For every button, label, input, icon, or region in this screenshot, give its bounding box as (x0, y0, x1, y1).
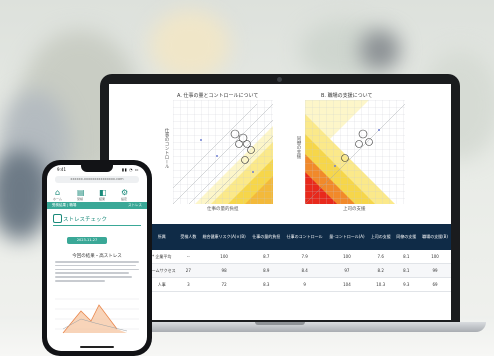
nav-label: 設定 (121, 197, 128, 201)
stress-icon (53, 214, 62, 223)
table-cell: 100 (199, 250, 250, 264)
table-cell: 8.7 (249, 250, 284, 264)
chart-b-xlabel: 上司の支援 (343, 207, 366, 212)
table-cell: 100 (419, 250, 451, 264)
nav-label: ホーム (53, 197, 62, 201)
table-cell: 8.2 (367, 263, 394, 278)
laptop-screen: A. 仕事の量とコントロールについて 仕事のコントロール 仕事の量的負担 B. … (109, 84, 451, 320)
section-title: ストレスチェック (63, 217, 108, 223)
result-description (55, 261, 139, 285)
status-time: 9:41 (57, 167, 66, 172)
breadcrumb: 受検結果 | 職場 (52, 203, 77, 207)
table-cell: 98 (199, 263, 250, 278)
table-header-row: 部署 所属 受検人数 総合健康リスク(A)×(B) 仕事の量的負担 仕事のコント… (109, 224, 451, 250)
table-cell: 7.6 (367, 250, 394, 264)
nav-label: 結果 (99, 197, 106, 201)
table-cell: 8.3 (249, 277, 284, 292)
breadcrumb-bar: 受検結果 | 職場 ストレス (47, 202, 147, 209)
table-cell: 8.1 (393, 263, 420, 278)
table-cell: 97 (325, 263, 368, 278)
table-row[interactable]: -- * 企業平均 -- 100 8.7 7.9 100 7.6 8.1 100 (109, 250, 451, 264)
url-bar[interactable]: xxxxxx.xxxxxxxxxxxxxxx.com (55, 176, 139, 183)
table-header: 受検人数 (177, 224, 199, 250)
document-icon[interactable]: ▤ (77, 188, 87, 197)
laptop: A. 仕事の量とコントロールについて 仕事のコントロール 仕事の量的負担 B. … (100, 74, 460, 324)
table-cell: 8.9 (249, 263, 284, 278)
phone-notch (81, 165, 113, 172)
table-cell: 104 (325, 277, 368, 292)
table-cell: 3 (177, 277, 199, 292)
table-cell: -- (177, 250, 199, 264)
chart-a-ylabel: 仕事のコントロール (164, 128, 169, 169)
table-header: 上司の支援 (367, 224, 394, 250)
date-button[interactable]: 2023-11-27 (67, 237, 107, 244)
gear-icon[interactable]: ⚙ (121, 188, 131, 197)
nav-label: 受検 (77, 197, 84, 201)
chart-a (173, 100, 273, 204)
table-cell: 69 (419, 277, 451, 292)
chart-b-title: B. 職場の支援について (321, 93, 373, 99)
app-nav: ⌂ ホーム ▤ 受検 ◧ 結果 ⚙ 設定 (53, 187, 141, 201)
chart-b-ylabel: 同僚の支援 (296, 136, 301, 159)
status-icons: ▮▮ ◔ ▭ (121, 167, 139, 172)
table-cell: 10.3 (367, 277, 394, 292)
chart-a-xlabel: 仕事の量的負担 (207, 207, 239, 212)
chart-icon[interactable]: ◧ (99, 188, 109, 197)
home-indicator (80, 346, 114, 348)
chart-a-title: A. 仕事の量とコントロールについて (177, 93, 259, 99)
laptop-opening-notch (255, 322, 305, 325)
results-table: 部署 所属 受検人数 総合健康リスク(A)×(B) 仕事の量的負担 仕事のコント… (109, 224, 451, 292)
breadcrumb-right[interactable]: ストレス (128, 202, 142, 209)
table-header: 総合健康リスク(A)×(B) (199, 224, 250, 250)
result-chart (55, 298, 139, 334)
chart-b (305, 100, 405, 204)
smartphone: 9:41 ▮▮ ◔ ▭ xxxxxx.xxxxxxxxxxxxxxx.com ⌂… (42, 160, 152, 356)
phone-screen: 9:41 ▮▮ ◔ ▭ xxxxxx.xxxxxxxxxxxxxxx.com ⌂… (47, 165, 147, 351)
table-cell: 100 (325, 250, 368, 264)
table-cell: 8.4 (283, 263, 326, 278)
table-header: 仕事のコントロール (283, 224, 326, 250)
table-cell: 9 (283, 277, 326, 292)
table-cell: 27 (177, 263, 199, 278)
table-cell: 99 (419, 263, 451, 278)
table-cell: 9.3 (393, 277, 420, 292)
table-row[interactable]: -- 人事 3 72 8.3 9 104 10.3 9.3 69 (109, 277, 451, 292)
table-row[interactable]: -- チームサクセス 27 98 8.9 8.4 97 8.2 8.1 99 (109, 263, 451, 278)
home-icon[interactable]: ⌂ (55, 188, 65, 197)
table-cell: 8.1 (393, 250, 420, 264)
table-header: 同僚の支援 (393, 224, 420, 250)
table-header: 量-コントロール(A) (325, 224, 368, 250)
result-title: 今回の結果・高ストレス (72, 254, 122, 259)
table-header: 職場の支援(B) (419, 224, 451, 250)
table-cell: 7.9 (283, 250, 326, 264)
table-cell: 72 (199, 277, 250, 292)
divider (53, 225, 141, 226)
camera-icon (277, 77, 282, 82)
table-header: 仕事の量的負担 (249, 224, 284, 250)
